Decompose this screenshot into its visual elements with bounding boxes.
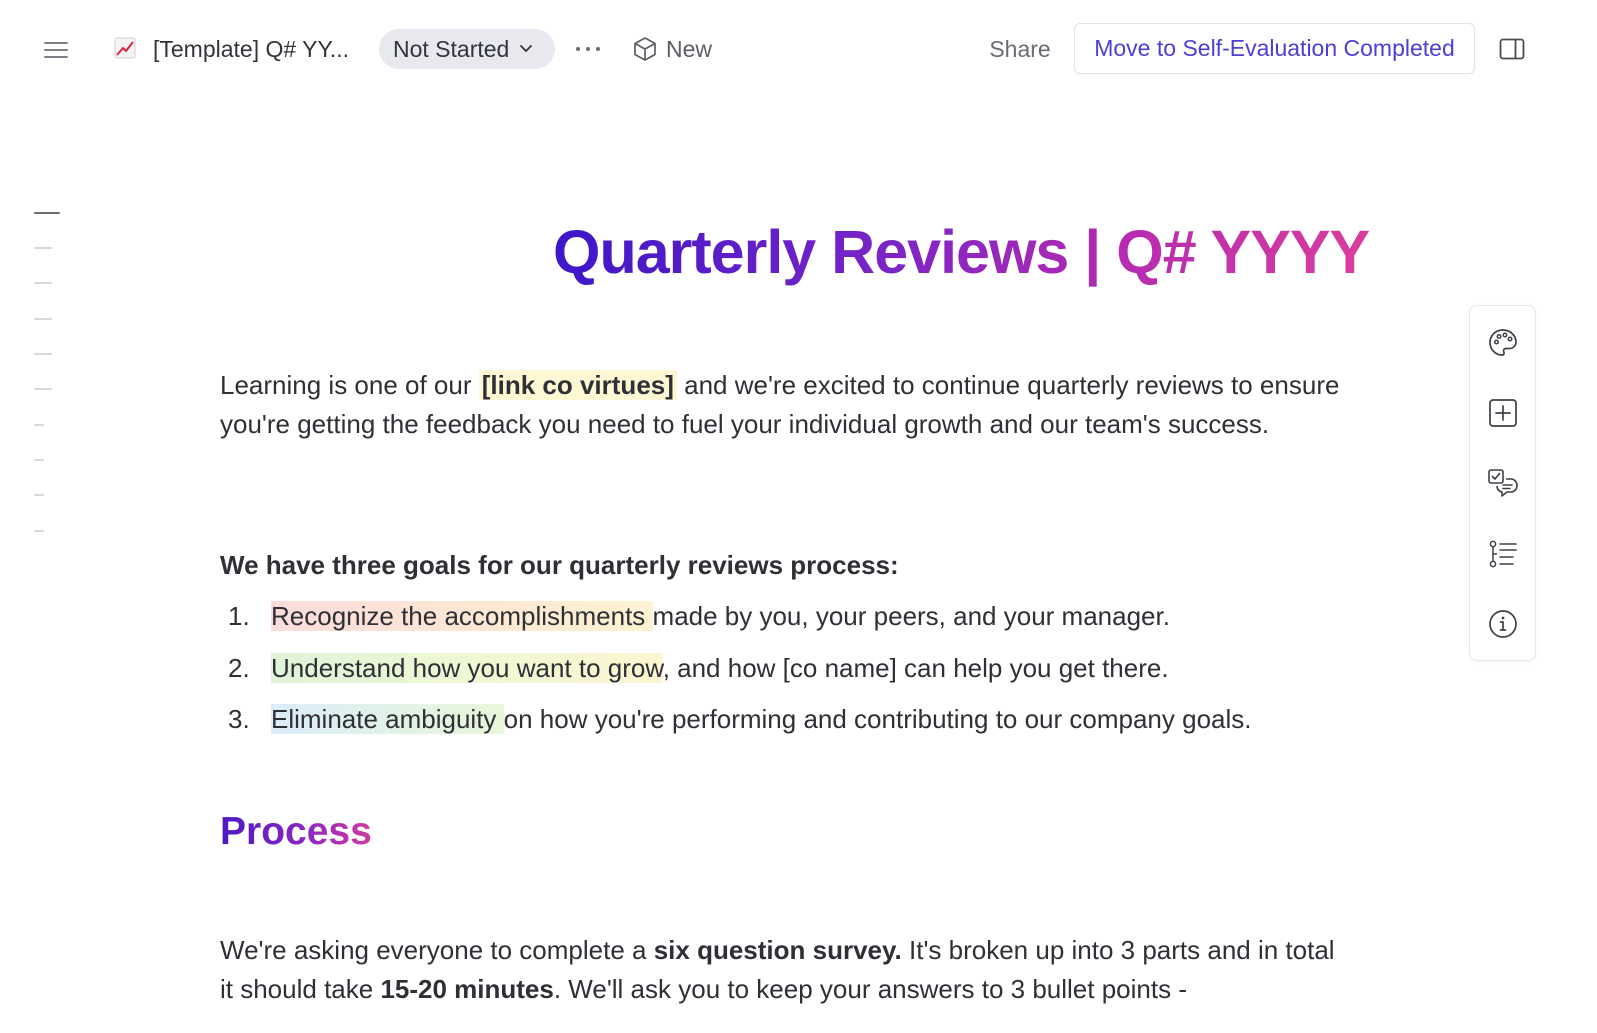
document-heading: Quarterly Reviews | Q# YYYY: [553, 214, 1370, 290]
outline-item[interactable]: [34, 212, 60, 214]
list-item-text: made by you, your peers, and your manage…: [652, 601, 1170, 631]
process-heading: Process: [220, 806, 372, 858]
survey-text: . We'll ask you to keep your answers to …: [553, 973, 1187, 1004]
outline-item[interactable]: [34, 459, 44, 461]
right-tool-rail: [1469, 305, 1536, 661]
goals-title: We have three goals for our quarterly re…: [220, 550, 899, 580]
list-item-text: , and how [co name] can help you get the…: [662, 652, 1169, 683]
outline-item[interactable]: [34, 353, 52, 355]
new-button-label: New: [666, 35, 713, 62]
chevron-down-icon: [520, 45, 533, 52]
list-number: 2.: [228, 652, 250, 683]
outline-item[interactable]: [34, 494, 44, 496]
intro-paragraph: Learning is one of our [link co virtues]…: [220, 366, 1340, 443]
highlighted-text: Recognize the accomplishments: [271, 601, 653, 631]
toggle-side-panel-icon[interactable]: [1492, 30, 1532, 68]
list-item: 3. Eliminate ambiguity on how you're perf…: [220, 699, 1340, 751]
cube-plus-icon: [634, 37, 656, 61]
new-button[interactable]: New: [626, 30, 718, 68]
outline-item[interactable]: [34, 424, 44, 426]
survey-paragraph: We're asking everyone to complete a six …: [220, 931, 1340, 1008]
palette-icon[interactable]: [1484, 324, 1522, 362]
outline-item[interactable]: [34, 318, 52, 320]
highlighted-text: Eliminate ambiguity: [271, 704, 504, 734]
list-item-text: on how you're performing and contributin…: [503, 704, 1252, 734]
highlighted-text: Understand how you want to grow: [271, 652, 663, 683]
move-to-self-evaluation-completed-button[interactable]: Move to Self-Evaluation Completed: [1074, 23, 1475, 74]
info-icon[interactable]: [1484, 605, 1522, 643]
more-options-icon[interactable]: [566, 32, 610, 66]
outline-item[interactable]: [34, 530, 44, 532]
outline-list-icon[interactable]: [1484, 535, 1522, 573]
list-item: 1. Recognize the accomplishments made by …: [220, 596, 1340, 648]
share-button[interactable]: Share: [976, 28, 1064, 70]
goals-list: 1. Recognize the accomplishments made by …: [220, 596, 1340, 751]
add-block-icon[interactable]: [1484, 394, 1522, 432]
survey-bold-text: 15-20 minutes: [380, 973, 554, 1004]
document-title-breadcrumb[interactable]: [Template] Q# YY...: [153, 34, 349, 64]
list-item: 2. Understand how you want to grow, and h…: [220, 648, 1340, 700]
status-label: Not Started: [393, 35, 510, 62]
chart-increasing-emoji-icon: [112, 34, 138, 62]
survey-text: We're asking everyone to complete a: [220, 935, 654, 965]
intro-text: Learning is one of our: [220, 370, 479, 400]
comments-checklist-icon[interactable]: [1484, 465, 1522, 503]
outline-item[interactable]: [34, 282, 52, 284]
status-dropdown[interactable]: Not Started: [379, 29, 555, 69]
list-number: 1.: [228, 601, 250, 631]
outline-item[interactable]: [34, 388, 52, 390]
survey-bold-text: six question survey.: [653, 935, 902, 965]
list-number: 3.: [228, 704, 250, 734]
hamburger-menu-icon[interactable]: [36, 30, 76, 70]
top-bar: [Template] Q# YY... Not Started New Shar…: [0, 0, 1597, 98]
virtues-link-placeholder[interactable]: [link co virtues]: [478, 370, 677, 400]
outline-item[interactable]: [34, 247, 52, 249]
